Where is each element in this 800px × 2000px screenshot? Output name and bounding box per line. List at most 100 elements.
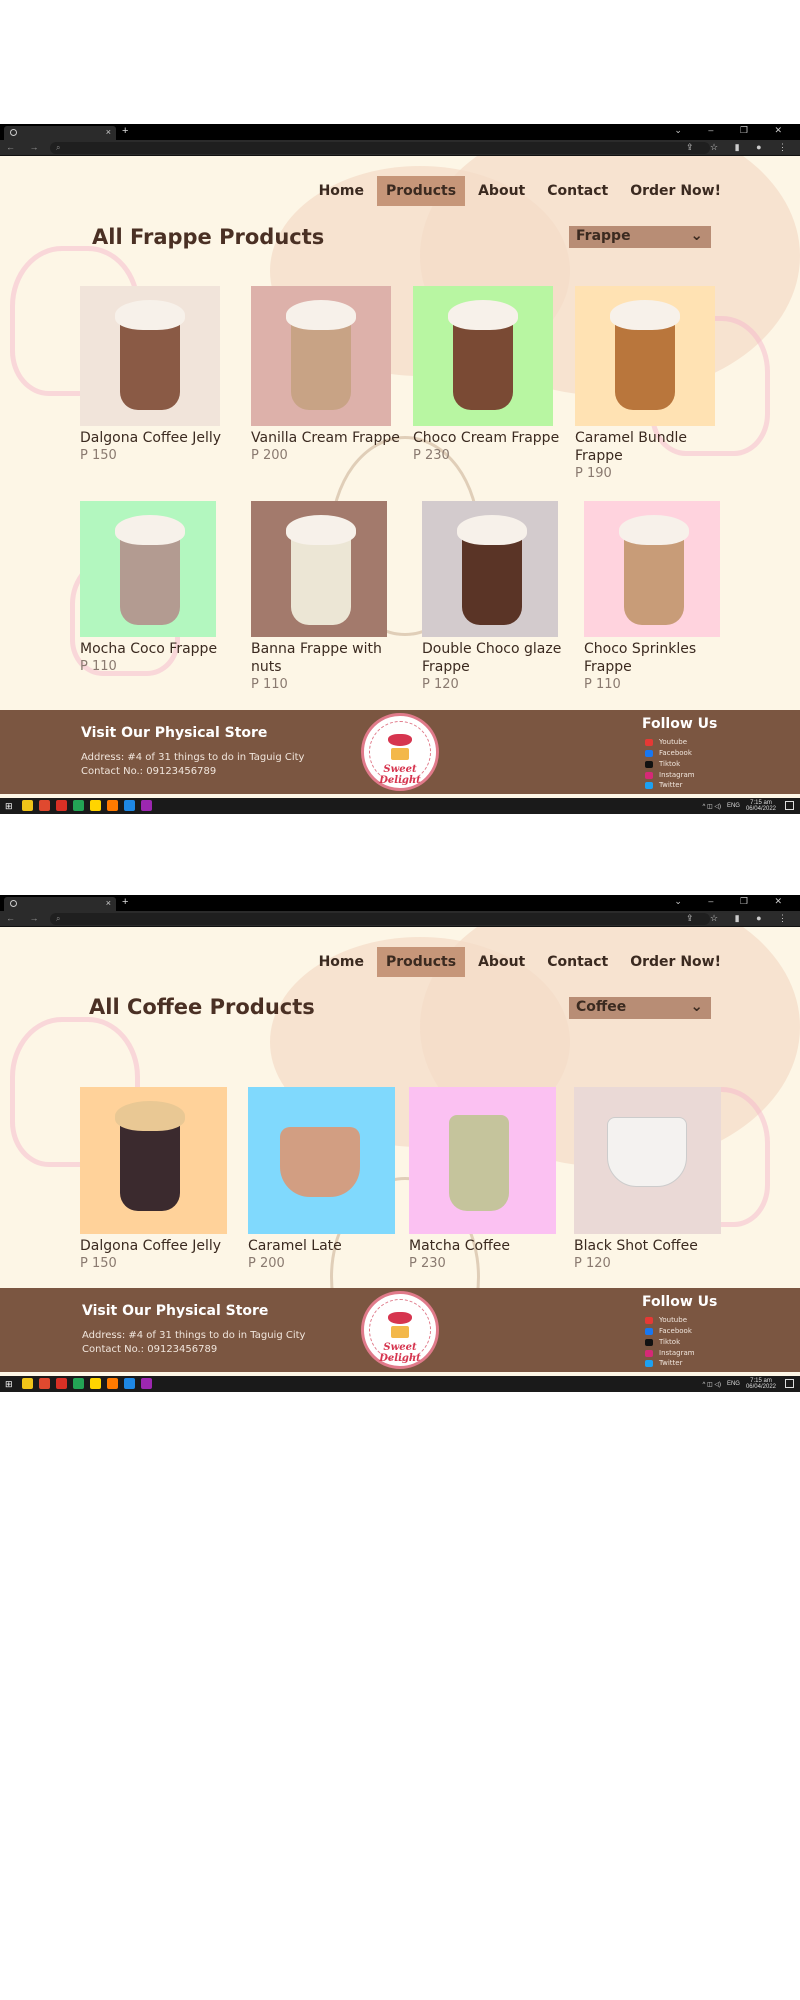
- product-card[interactable]: Choco Sprinkles Frappe P 110: [584, 501, 734, 692]
- lips-icon: [388, 734, 412, 746]
- product-card[interactable]: Banna Frappe with nuts P 110: [251, 501, 401, 692]
- social-label: Instagram: [659, 1349, 695, 1357]
- app-icon[interactable]: [141, 1378, 152, 1389]
- chrome-icon[interactable]: [39, 800, 50, 811]
- clock[interactable]: 7:15 am 06/04/2022: [746, 1378, 776, 1390]
- product-card[interactable]: Mocha Coco Frappe P 110: [80, 501, 230, 674]
- language-indicator[interactable]: ENG: [727, 803, 740, 809]
- url-input[interactable]: ⌕: [50, 142, 710, 154]
- footer-store-title: Visit Our Physical Store: [82, 1303, 269, 1319]
- footer: Visit Our Physical Store Address: #4 of …: [0, 1288, 800, 1372]
- windows-start-icon[interactable]: ⊞: [5, 801, 13, 812]
- social-link-instagram[interactable]: Instagram: [645, 771, 695, 779]
- footer-follow-title: Follow Us: [642, 716, 718, 732]
- nav-home[interactable]: Home: [310, 176, 373, 206]
- windows-start-icon[interactable]: ⊞: [5, 1379, 13, 1390]
- social-link-twitter[interactable]: Twitter: [645, 781, 682, 789]
- file-explorer-icon[interactable]: [22, 800, 33, 811]
- app-icon[interactable]: [124, 1378, 135, 1389]
- chrome-icon[interactable]: [39, 1378, 50, 1389]
- vlc-icon[interactable]: [107, 800, 118, 811]
- footer: Visit Our Physical Store Address: #4 of …: [0, 710, 800, 794]
- browser-tab-bar: × + ⌄ – ❐ ✕: [0, 895, 800, 911]
- product-card[interactable]: Matcha Coffee P 230: [409, 1087, 559, 1271]
- tab-favicon-icon: [10, 900, 17, 907]
- brand-logo[interactable]: Sweet Delight: [361, 713, 439, 791]
- category-select[interactable]: Frappe ⌄: [569, 226, 711, 248]
- social-label: Facebook: [659, 749, 692, 757]
- category-select[interactable]: Coffee ⌄: [569, 997, 711, 1019]
- window-controls[interactable]: ⌄ – ❐ ✕: [674, 125, 794, 136]
- notification-icon[interactable]: [785, 801, 794, 810]
- social-label: Youtube: [659, 738, 687, 746]
- product-card[interactable]: Choco Cream Frappe P 230: [413, 286, 563, 463]
- browser-tab[interactable]: ×: [4, 126, 116, 140]
- product-name: Caramel Bundle Frappe: [575, 430, 688, 464]
- nav-products[interactable]: Products: [376, 947, 466, 977]
- file-explorer-icon[interactable]: [22, 1378, 33, 1389]
- clock[interactable]: 7:15 am 06/04/2022: [746, 800, 776, 812]
- tab-close-icon[interactable]: ×: [106, 898, 111, 908]
- tab-close-icon[interactable]: ×: [106, 127, 111, 137]
- product-card[interactable]: Black Shot Coffee P 120: [574, 1087, 724, 1271]
- browser-tab[interactable]: ×: [4, 897, 116, 911]
- social-link-tiktok[interactable]: Tiktok: [645, 760, 680, 768]
- product-price: P 200: [248, 1256, 285, 1271]
- logo-text: Sweet Delight: [379, 764, 421, 786]
- social-link-tiktok[interactable]: Tiktok: [645, 1338, 680, 1346]
- product-name: Black Shot Coffee: [574, 1238, 698, 1254]
- product-card[interactable]: Dalgona Coffee Jelly P 150: [80, 1087, 230, 1271]
- nav-order-now[interactable]: Order Now!: [621, 176, 730, 206]
- product-card[interactable]: Vanilla Cream Frappe P 200: [251, 286, 401, 463]
- nav-contact[interactable]: Contact: [538, 176, 617, 206]
- footer-contact: Contact No.: 09123456789: [82, 1344, 218, 1355]
- url-input[interactable]: ⌕: [50, 913, 710, 925]
- tray-icons[interactable]: ^ ◫ ◁): [703, 1381, 721, 1388]
- social-link-instagram[interactable]: Instagram: [645, 1349, 695, 1357]
- nav-home[interactable]: Home: [310, 947, 373, 977]
- app-icon[interactable]: [73, 800, 84, 811]
- product-price: P 200: [251, 448, 288, 463]
- new-tab-icon[interactable]: +: [122, 125, 128, 137]
- nav-about[interactable]: About: [469, 947, 534, 977]
- nav-about[interactable]: About: [469, 176, 534, 206]
- browser-toolbar-icons[interactable]: ⇪ ☆ ▮ ● ⋮: [686, 142, 794, 153]
- app-icon[interactable]: [141, 800, 152, 811]
- product-image: [80, 286, 220, 426]
- new-tab-icon[interactable]: +: [122, 896, 128, 908]
- app-icon[interactable]: [90, 1378, 101, 1389]
- product-cream: [115, 515, 185, 545]
- product-card[interactable]: Double Choco glaze Frappe P 120: [422, 501, 572, 692]
- window-controls[interactable]: ⌄ – ❐ ✕: [674, 896, 794, 907]
- social-link-youtube[interactable]: Youtube: [645, 1316, 687, 1324]
- main-nav: Home Products About Contact Order Now!: [310, 947, 730, 977]
- brand-logo[interactable]: Sweet Delight: [361, 1291, 439, 1369]
- social-link-facebook[interactable]: Facebook: [645, 1327, 692, 1335]
- social-link-twitter[interactable]: Twitter: [645, 1359, 682, 1367]
- vlc-icon[interactable]: [107, 1378, 118, 1389]
- social-label: Facebook: [659, 1327, 692, 1335]
- product-card[interactable]: Caramel Bundle Frappe P 190: [575, 286, 725, 481]
- app-icon[interactable]: [73, 1378, 84, 1389]
- product-cream: [286, 515, 356, 545]
- product-name: Choco Sprinkles Frappe: [584, 641, 697, 675]
- app-icon[interactable]: [56, 1378, 67, 1389]
- tray-icons[interactable]: ^ ◫ ◁): [703, 803, 721, 810]
- nav-contact[interactable]: Contact: [538, 947, 617, 977]
- product-card[interactable]: Dalgona Coffee Jelly P 150: [80, 286, 230, 463]
- browser-toolbar-icons[interactable]: ⇪ ☆ ▮ ● ⋮: [686, 913, 794, 924]
- notification-icon[interactable]: [785, 1379, 794, 1388]
- app-icon[interactable]: [90, 800, 101, 811]
- nav-products[interactable]: Products: [376, 176, 466, 206]
- app-icon[interactable]: [56, 800, 67, 811]
- app-icon[interactable]: [124, 800, 135, 811]
- os-taskbar: ⊞ ^ ◫ ◁) ENG 7:15 am 06/04/2022: [0, 1376, 800, 1392]
- social-label: Twitter: [659, 781, 683, 789]
- product-image: [251, 501, 387, 637]
- nav-order-now[interactable]: Order Now!: [621, 947, 730, 977]
- product-card[interactable]: Caramel Late P 200: [248, 1087, 398, 1271]
- product-price: P 110: [584, 677, 621, 692]
- social-link-youtube[interactable]: Youtube: [645, 738, 687, 746]
- language-indicator[interactable]: ENG: [727, 1381, 740, 1387]
- social-link-facebook[interactable]: Facebook: [645, 749, 692, 757]
